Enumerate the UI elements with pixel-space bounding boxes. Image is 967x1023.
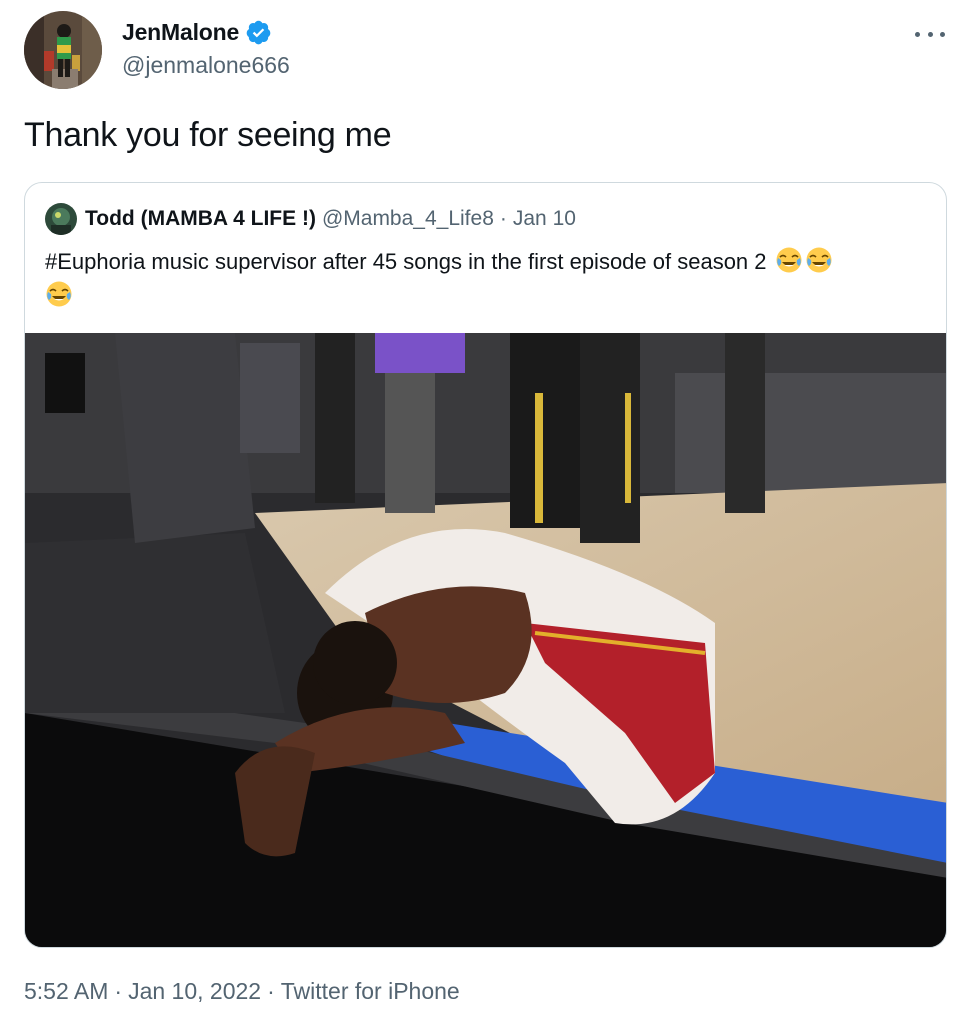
tweet-source[interactable]: Twitter for iPhone	[281, 978, 460, 1004]
quoted-author-avatar[interactable]	[45, 203, 77, 235]
author-display-name[interactable]: JenMalone	[122, 19, 239, 46]
face-with-tears-of-joy-icon	[805, 246, 833, 274]
face-with-tears-of-joy-icon	[45, 280, 73, 308]
face-with-tears-of-joy-icon	[775, 246, 803, 274]
tweet-footer: 5:52 AM · Jan 10, 2022 · Twitter for iPhone	[24, 978, 460, 1005]
quoted-author-handle[interactable]: @Mamba_4_Life8	[322, 207, 494, 231]
avatar-image	[24, 11, 102, 89]
author-avatar[interactable]	[24, 11, 102, 89]
tweet-time[interactable]: 5:52 AM	[24, 978, 108, 1004]
quoted-avatar-image	[45, 203, 77, 235]
quoted-author-display-name[interactable]: Todd (MAMBA 4 LIFE !)	[85, 207, 316, 231]
quoted-tweet-header: Todd (MAMBA 4 LIFE !) @Mamba_4_Life8 · J…	[45, 203, 576, 235]
dot	[915, 31, 920, 37]
basketball-player-photo-icon	[25, 333, 946, 947]
quoted-tweet-text: #Euphoria music supervisor after 45 song…	[45, 249, 767, 274]
dot	[940, 31, 945, 37]
author-name-row[interactable]: JenMalone	[122, 19, 272, 46]
dot	[927, 31, 933, 37]
more-options-ellipsis-icon[interactable]	[915, 24, 945, 44]
quoted-tweet-text-block: #Euphoria music supervisor after 45 song…	[45, 245, 935, 313]
separator: ·	[114, 978, 123, 1004]
quoted-tweet-media[interactable]	[25, 333, 946, 947]
quoted-tweet-card[interactable]: Todd (MAMBA 4 LIFE !) @Mamba_4_Life8 · J…	[24, 182, 947, 948]
author-handle[interactable]: @jenmalone666	[122, 52, 290, 79]
quoted-tweet-date[interactable]: Jan 10	[513, 207, 576, 231]
tweet-date[interactable]: Jan 10, 2022	[128, 978, 261, 1004]
separator: ·	[267, 978, 275, 1004]
separator: ·	[499, 207, 507, 230]
verified-badge-icon	[245, 19, 272, 46]
tweet: JenMalone @jenmalone666 Thank you for se…	[0, 0, 967, 1023]
tweet-text: Thank you for seeing me	[24, 116, 392, 154]
